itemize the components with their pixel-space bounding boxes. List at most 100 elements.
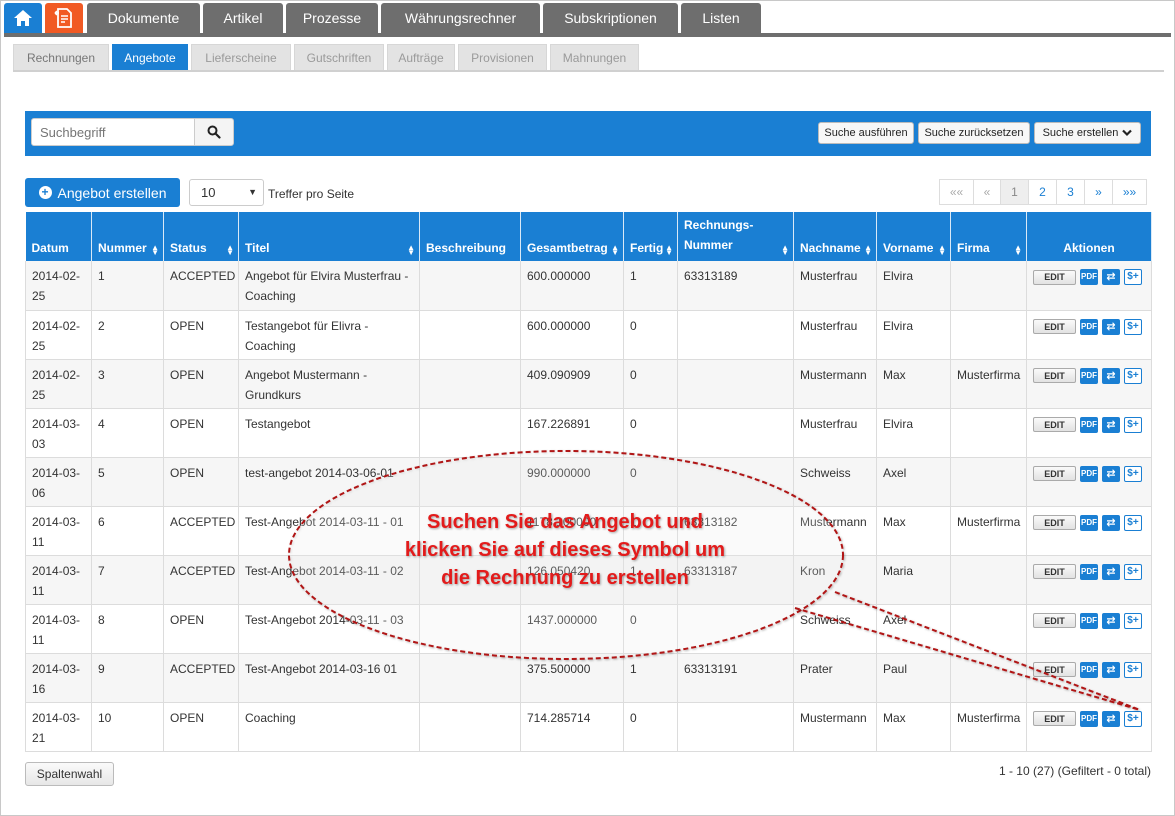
subtab-lieferscheine[interactable]: Lieferscheine bbox=[191, 44, 291, 70]
pdf-icon[interactable]: PDF bbox=[1080, 416, 1098, 433]
pdf-icon[interactable]: PDF bbox=[1080, 612, 1098, 629]
edit-button[interactable]: EDIT bbox=[1033, 711, 1076, 726]
col-datum[interactable]: Datum bbox=[25, 212, 92, 261]
convert-icon[interactable]: ⇄ bbox=[1102, 465, 1120, 482]
row-actions: EDIT PDF ⇄ $+ bbox=[1033, 708, 1145, 727]
pdf-icon[interactable]: PDF bbox=[1080, 465, 1098, 482]
create-offer-label: Angebot erstellen bbox=[57, 184, 167, 201]
cell-datum: 2014-03-11 bbox=[25, 604, 92, 654]
page-size-select[interactable]: 10 ▼ bbox=[189, 179, 264, 206]
convert-icon[interactable]: ⇄ bbox=[1102, 612, 1120, 629]
pdf-icon[interactable]: PDF bbox=[1080, 514, 1098, 531]
pdf-icon[interactable]: PDF bbox=[1080, 710, 1098, 727]
create-invoice-icon[interactable]: $+ bbox=[1124, 612, 1142, 629]
home-button[interactable] bbox=[4, 3, 42, 33]
cell-aktionen: EDIT PDF ⇄ $+ bbox=[1026, 506, 1152, 556]
cell-vorname: Max bbox=[876, 506, 951, 556]
page-prev[interactable]: « bbox=[973, 179, 1001, 205]
tab-waehrungsrechner[interactable]: Währungsrechner bbox=[381, 3, 540, 33]
col-titel[interactable]: Titel ▲ ▼ bbox=[238, 212, 420, 261]
create-invoice-icon[interactable]: $+ bbox=[1124, 563, 1142, 580]
tab-subskriptionen[interactable]: Subskriptionen bbox=[543, 3, 678, 33]
annotation-line-3: die Rechnung zu erstellen bbox=[441, 567, 689, 589]
edit-button[interactable]: EDIT bbox=[1033, 368, 1076, 383]
subtab-mahnungen[interactable]: Mahnungen bbox=[550, 44, 639, 70]
edit-button[interactable]: EDIT bbox=[1033, 319, 1076, 334]
col-nummer[interactable]: Nummer ▲ ▼ bbox=[91, 212, 164, 261]
pdf-icon[interactable]: PDF bbox=[1080, 318, 1098, 335]
cell-aktionen: EDIT PDF ⇄ $+ bbox=[1026, 457, 1152, 507]
convert-icon[interactable]: ⇄ bbox=[1102, 710, 1120, 727]
col-fertig[interactable]: Fertig ▲ ▼ bbox=[623, 212, 678, 261]
create-invoice-icon[interactable]: $+ bbox=[1124, 710, 1142, 727]
page-2[interactable]: 2 bbox=[1028, 179, 1057, 205]
col-nachname[interactable]: Nachname ▲ ▼ bbox=[793, 212, 877, 261]
create-invoice-icon[interactable]: $+ bbox=[1124, 367, 1142, 384]
col-vorname[interactable]: Vorname ▲ ▼ bbox=[876, 212, 951, 261]
cell-datum: 2014-03-11 bbox=[25, 506, 92, 556]
convert-icon[interactable]: ⇄ bbox=[1102, 318, 1120, 335]
subtab-rechnungen[interactable]: Rechnungen bbox=[13, 44, 109, 70]
col-beschreibung[interactable]: Beschreibung bbox=[419, 212, 521, 261]
create-invoice-icon[interactable]: $+ bbox=[1124, 416, 1142, 433]
col-rechnungsnummer[interactable]: Rechnungs-Nummer ▲ ▼ bbox=[677, 212, 794, 261]
page-last[interactable]: »» bbox=[1112, 179, 1147, 205]
edit-button[interactable]: EDIT bbox=[1033, 515, 1076, 530]
create-invoice-icon[interactable]: $+ bbox=[1124, 661, 1142, 678]
tab-dokumente[interactable]: Dokumente bbox=[87, 3, 200, 33]
pdf-icon[interactable]: PDF bbox=[1080, 269, 1098, 285]
pdf-icon[interactable]: PDF bbox=[1080, 563, 1098, 580]
pdf-icon[interactable]: PDF bbox=[1080, 661, 1098, 678]
cell-fertig: 1 bbox=[623, 653, 678, 703]
edit-button[interactable]: EDIT bbox=[1033, 564, 1076, 579]
sort-icon: ▲ ▼ bbox=[407, 243, 415, 257]
page-1[interactable]: 1 bbox=[1000, 179, 1029, 205]
page-3[interactable]: 3 bbox=[1056, 179, 1085, 205]
col-status[interactable]: Status ▲ ▼ bbox=[163, 212, 239, 261]
create-search-button[interactable]: Suche erstellen bbox=[1034, 122, 1141, 144]
page-first[interactable]: «« bbox=[939, 179, 974, 205]
tab-listen[interactable]: Listen bbox=[681, 3, 761, 33]
create-invoice-icon[interactable]: $+ bbox=[1124, 318, 1142, 335]
create-invoice-icon[interactable]: $+ bbox=[1124, 514, 1142, 531]
documents-logo-button[interactable] bbox=[45, 3, 83, 33]
convert-icon[interactable]: ⇄ bbox=[1102, 269, 1120, 285]
subtab-auftraege[interactable]: Aufträge bbox=[387, 44, 455, 70]
col-firma[interactable]: Firma ▲ ▼ bbox=[950, 212, 1027, 261]
row-actions: EDIT PDF ⇄ $+ bbox=[1033, 365, 1145, 384]
tab-prozesse[interactable]: Prozesse bbox=[286, 3, 378, 33]
edit-button[interactable]: EDIT bbox=[1033, 466, 1076, 481]
create-invoice-icon[interactable]: $+ bbox=[1124, 269, 1142, 285]
cell-vorname: Axel bbox=[876, 604, 951, 654]
edit-button[interactable]: EDIT bbox=[1033, 662, 1076, 677]
main-nav-underline bbox=[4, 33, 1171, 37]
pdf-icon[interactable]: PDF bbox=[1080, 367, 1098, 384]
search-input[interactable] bbox=[31, 118, 195, 146]
cell-nummer: 4 bbox=[91, 408, 164, 458]
cell-nummer: 6 bbox=[91, 506, 164, 556]
cell-nachname: Musterfrau bbox=[793, 261, 877, 311]
subtab-gutschriften[interactable]: Gutschriften bbox=[294, 44, 384, 70]
run-search-button[interactable]: Suche ausführen bbox=[818, 122, 914, 144]
tab-artikel[interactable]: Artikel bbox=[203, 3, 283, 33]
convert-icon[interactable]: ⇄ bbox=[1102, 661, 1120, 678]
search-button[interactable] bbox=[194, 118, 234, 146]
annotation-line-2: klicken Sie auf dieses Symbol um bbox=[404, 539, 726, 561]
reset-search-button[interactable]: Suche zurücksetzen bbox=[918, 122, 1030, 144]
subtab-angebote[interactable]: Angebote bbox=[112, 44, 188, 70]
sub-nav: Rechnungen Angebote Lieferscheine Gutsch… bbox=[13, 44, 642, 70]
convert-icon[interactable]: ⇄ bbox=[1102, 367, 1120, 384]
create-offer-button[interactable]: + Angebot erstellen bbox=[25, 178, 180, 207]
create-invoice-icon[interactable]: $+ bbox=[1124, 465, 1142, 482]
convert-icon[interactable]: ⇄ bbox=[1102, 416, 1120, 433]
page-next[interactable]: » bbox=[1084, 179, 1113, 205]
col-gesamtbetrag[interactable]: Gesamtbetrag ▲ ▼ bbox=[520, 212, 624, 261]
convert-icon[interactable]: ⇄ bbox=[1102, 514, 1120, 531]
column-choice-button[interactable]: Spaltenwahl bbox=[25, 762, 114, 786]
edit-button[interactable]: EDIT bbox=[1033, 269, 1076, 285]
subtab-provisionen[interactable]: Provisionen bbox=[458, 44, 547, 70]
edit-button[interactable]: EDIT bbox=[1033, 613, 1076, 628]
convert-icon[interactable]: ⇄ bbox=[1102, 563, 1120, 580]
cell-beschreibung bbox=[419, 408, 521, 458]
edit-button[interactable]: EDIT bbox=[1033, 417, 1076, 432]
